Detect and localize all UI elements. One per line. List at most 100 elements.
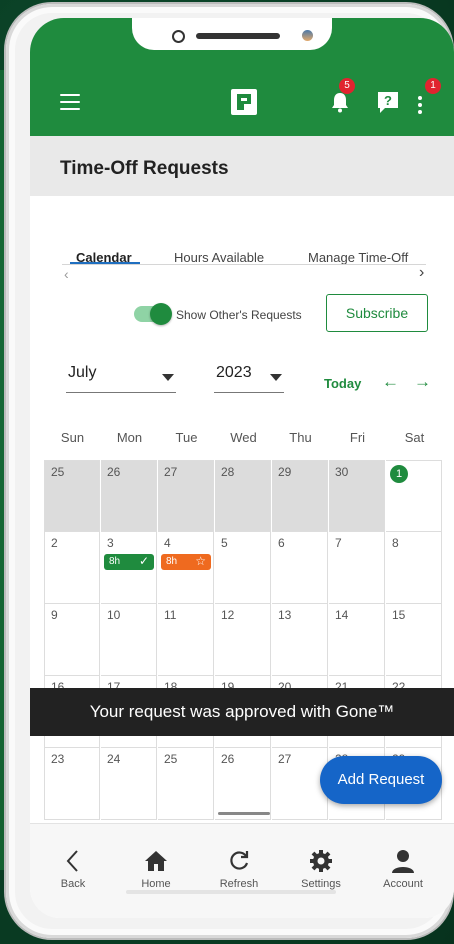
day-number: 23: [51, 752, 65, 766]
day-number: 3: [107, 536, 114, 550]
nav-back[interactable]: Back: [38, 846, 108, 890]
subscribe-button[interactable]: Subscribe: [326, 294, 428, 332]
day-number: 8: [392, 536, 399, 550]
show-others-toggle[interactable]: [134, 303, 172, 325]
tab-manage-time-off[interactable]: Manage Time-Off: [308, 250, 408, 265]
tab-hours-available[interactable]: Hours Available: [174, 250, 264, 265]
calendar-day[interactable]: 13: [272, 604, 328, 676]
day-number: 9: [51, 608, 58, 622]
day-number: 26: [107, 465, 121, 479]
calendar-day[interactable]: 25: [158, 748, 214, 820]
day-number: 11: [164, 608, 177, 622]
drag-handle[interactable]: [218, 812, 270, 815]
year-select[interactable]: 2023: [214, 364, 284, 393]
app-screen: 5 ? 1 Time-Off Requests ‹ Calendar Hours…: [30, 18, 454, 918]
nav-settings[interactable]: Settings: [286, 846, 356, 890]
day-number: 27: [278, 752, 292, 766]
calendar-day[interactable]: 11: [158, 604, 214, 676]
chip-hours: 8h: [166, 556, 178, 567]
calendar-day[interactable]: 25: [44, 460, 100, 532]
day-number: 28: [221, 465, 235, 479]
calendar-day[interactable]: 28: [215, 460, 271, 532]
calendar-day[interactable]: 15: [386, 604, 442, 676]
calendar-day[interactable]: 23: [44, 748, 100, 820]
day-number: 27: [164, 465, 178, 479]
nav-home[interactable]: Home: [121, 846, 191, 890]
calendar-day[interactable]: 27: [158, 460, 214, 532]
calendar-day[interactable]: 24: [101, 748, 157, 820]
help-icon[interactable]: ?: [375, 89, 401, 115]
time-off-chip[interactable]: 8h ☆: [161, 554, 211, 570]
day-number: 29: [278, 465, 292, 479]
hamburger-icon[interactable]: [60, 94, 80, 110]
toast-message: Your request was approved with Gone™: [30, 688, 454, 736]
caret-down-icon: [270, 374, 282, 381]
calendar-day[interactable]: 26: [101, 460, 157, 532]
calendar-day[interactable]: 29: [272, 460, 328, 532]
weekday-label: Thu: [289, 430, 312, 445]
calendar-day[interactable]: 6: [272, 532, 328, 604]
toggle-label: Show Other's Requests: [176, 308, 302, 322]
day-number: 4: [164, 536, 171, 550]
sensor: [302, 30, 313, 41]
gear-icon: [310, 850, 332, 872]
nav-label: Account: [383, 878, 423, 890]
nav-account[interactable]: Account: [368, 846, 438, 890]
weekday-label: Sat: [404, 430, 425, 445]
day-number: 7: [335, 536, 342, 550]
arrow-left-icon[interactable]: ←: [382, 372, 399, 392]
day-number: 12: [221, 608, 235, 622]
day-number: 14: [335, 608, 349, 622]
weekday-label: Tue: [175, 430, 198, 445]
calendar-day[interactable]: 8: [386, 532, 442, 604]
divider: [62, 264, 426, 265]
title-bar: Time-Off Requests: [30, 136, 454, 196]
nav-label: Back: [60, 878, 86, 890]
calendar-day[interactable]: 4 8h ☆: [158, 532, 214, 604]
today-button[interactable]: Today: [324, 376, 361, 391]
day-number: 26: [221, 752, 235, 766]
day-number: 25: [164, 752, 178, 766]
speaker: [196, 33, 280, 39]
day-number: 25: [51, 465, 65, 479]
phone-frame: 5 ? 1 Time-Off Requests ‹ Calendar Hours…: [6, 4, 454, 938]
calendar-day[interactable]: 10: [101, 604, 157, 676]
calendar-day[interactable]: 30: [329, 460, 385, 532]
page-title: Time-Off Requests: [60, 158, 229, 179]
nav-refresh[interactable]: Refresh: [204, 846, 274, 890]
nav-label: Settings: [301, 878, 341, 890]
chevron-right-icon[interactable]: ›: [419, 264, 424, 282]
bottom-navigation: Back Home Refresh Settings Account: [30, 823, 454, 918]
calendar-day[interactable]: 12: [215, 604, 271, 676]
check-icon: ✓: [138, 554, 149, 568]
month-select[interactable]: July: [66, 364, 176, 393]
calendar-day[interactable]: 2: [44, 532, 100, 604]
calendar-day[interactable]: 14: [329, 604, 385, 676]
calendar-day[interactable]: 9: [44, 604, 100, 676]
arrow-right-icon[interactable]: →: [414, 372, 431, 392]
day-number: 30: [335, 465, 349, 479]
brand-logo: [231, 89, 257, 115]
chip-hours: 8h: [109, 556, 121, 567]
phone-notch: [132, 18, 332, 50]
day-number: 24: [107, 752, 121, 766]
calendar-day[interactable]: 26: [215, 748, 271, 820]
time-off-chip[interactable]: 8h ✓: [104, 554, 154, 570]
day-number: 10: [107, 608, 121, 622]
calendar-day[interactable]: 3 8h ✓: [101, 532, 157, 604]
chevron-left-icon[interactable]: ‹: [64, 266, 69, 282]
calendar-day[interactable]: 5: [215, 532, 271, 604]
weekday-label: Wed: [230, 430, 257, 445]
calendar-day[interactable]: 7: [329, 532, 385, 604]
day-number: 13: [278, 608, 292, 622]
calendar-day[interactable]: 1: [386, 460, 442, 532]
nav-label: Refresh: [219, 878, 259, 890]
add-request-button[interactable]: Add Request: [320, 756, 442, 804]
weekday-header: Sun Mon Tue Wed Thu Fri Sat: [44, 430, 442, 450]
svg-text:?: ?: [384, 93, 392, 108]
nav-label: Home: [141, 878, 171, 890]
home-icon: [145, 851, 167, 871]
caret-down-icon: [162, 374, 174, 381]
home-indicator: [126, 890, 336, 894]
day-number: 2: [51, 536, 58, 550]
